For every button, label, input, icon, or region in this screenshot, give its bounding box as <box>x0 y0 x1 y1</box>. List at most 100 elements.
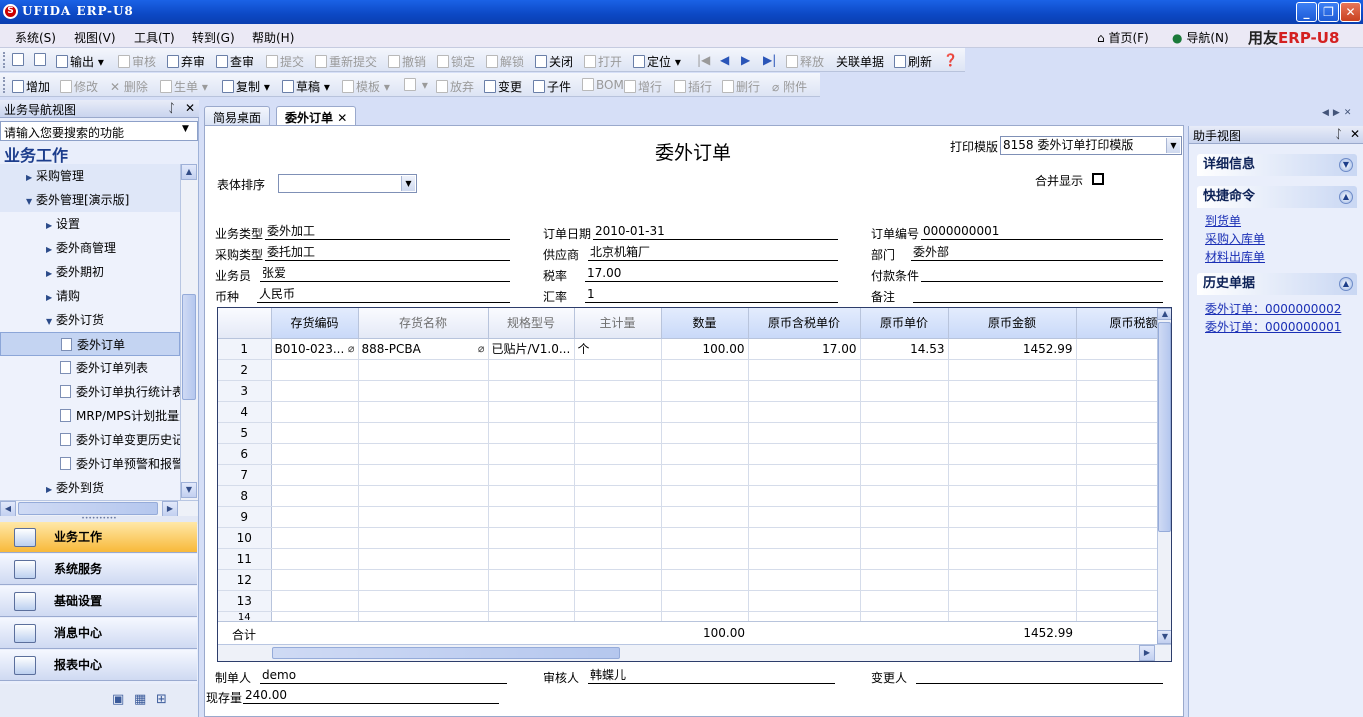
tree-node-change-history[interactable]: 委外订单变更历史记录 <box>0 428 180 452</box>
preview-button[interactable] <box>34 53 48 67</box>
menu-view[interactable]: 视图(V) <box>74 29 116 46</box>
generate-button[interactable]: 生单 ▾ <box>160 78 208 95</box>
menu-tools[interactable]: 工具(T) <box>134 29 175 46</box>
table-row[interactable]: 11 <box>218 548 1159 570</box>
print-template-select[interactable]: 8158 委外订单打印模版 ▼ <box>1000 136 1182 155</box>
merge-checkbox[interactable] <box>1092 173 1104 185</box>
scroll-up-icon[interactable]: ▲ <box>1157 308 1171 320</box>
collapse-icon[interactable]: ▲ <box>1339 277 1353 291</box>
print-button[interactable] <box>12 53 26 67</box>
scroll-right-icon[interactable]: ▶ <box>1139 645 1155 661</box>
abandon-button[interactable]: 放弃 <box>436 78 474 95</box>
locate-button[interactable]: 定位 ▾ <box>633 53 681 70</box>
close-tab-icon[interactable]: ✕ <box>337 111 347 125</box>
tree-node-vendor-mgmt[interactable]: ▶ 委外商管理 <box>0 236 180 260</box>
tree-node-exec-stats[interactable]: 委外订单执行统计表 <box>0 380 180 404</box>
section-quick-commands[interactable]: 快捷命令 ▲ <box>1197 186 1357 208</box>
revoke-button[interactable]: 撤销 <box>388 53 426 70</box>
prev-record-button[interactable]: ◀ <box>720 53 729 67</box>
sort-select[interactable]: ▼ <box>278 174 417 193</box>
scroll-thumb[interactable] <box>272 647 620 659</box>
check-audit-button[interactable]: 查审 <box>216 53 254 70</box>
tree-node-purchase[interactable]: ▶ 采购管理 <box>0 164 180 188</box>
grid-horizontal-scrollbar[interactable]: ▶ <box>218 644 1171 661</box>
link-history-doc[interactable]: 委外订单：0000000001 <box>1205 318 1341 335</box>
cell-qty[interactable]: 100.00 <box>661 338 749 360</box>
tree-node-order[interactable]: 委外订单 <box>0 332 180 356</box>
table-row[interactable]: 6 <box>218 443 1159 465</box>
tab-simple-desktop[interactable]: 简易桌面 <box>204 106 271 126</box>
tree-node-mrp-batch[interactable]: MRP/MPS计划批量生单 <box>0 404 180 428</box>
chevron-down-icon[interactable]: ▼ <box>1166 138 1180 153</box>
table-row[interactable]: 10 <box>218 527 1159 549</box>
cell-unit[interactable]: 个 <box>574 338 662 360</box>
close-window-button[interactable]: ✕ <box>1340 2 1361 22</box>
unaudit-button[interactable]: 弃审 <box>167 53 205 70</box>
change-button[interactable]: 变更 <box>484 78 522 95</box>
add-button[interactable]: 增加 <box>12 78 50 95</box>
section-message-center[interactable]: 消息中心 <box>0 618 197 649</box>
attachment-button[interactable]: ⌀ 附件 <box>772 78 807 95</box>
menu-goto[interactable]: 转到(G) <box>192 29 235 46</box>
remark-field[interactable] <box>913 287 1163 303</box>
template-button[interactable]: 模板 ▾ <box>342 78 390 95</box>
scroll-thumb[interactable] <box>18 502 158 515</box>
table-row[interactable]: 7 <box>218 464 1159 486</box>
col-header[interactable]: 原币金额 <box>948 308 1077 339</box>
order-date-field[interactable]: 2010-01-31 <box>593 224 838 240</box>
copy-button[interactable]: 复制 ▾ <box>222 78 270 95</box>
minimize-button[interactable]: _ <box>1296 2 1317 22</box>
resubmit-button[interactable]: 重新提交 <box>315 53 377 70</box>
biz-type-field[interactable]: 委外加工 <box>265 224 510 240</box>
col-header[interactable]: 存货名称 <box>358 308 489 339</box>
grid-vertical-scrollbar[interactable]: ▲ ▼ <box>1157 308 1171 644</box>
shortcut-icon[interactable]: ▣ <box>112 692 124 707</box>
export-button[interactable]: 输出 ▾ <box>56 53 104 70</box>
paperclip-icon[interactable]: ⌀ <box>478 342 485 355</box>
section-detail-info[interactable]: 详细信息 ▼ <box>1197 154 1357 176</box>
scroll-left-icon[interactable]: ◀ <box>0 501 16 517</box>
delete-button[interactable]: ✕ 删除 <box>110 78 148 95</box>
tree-node-order-list[interactable]: 委外订单列表 <box>0 356 180 380</box>
table-row[interactable]: 3 <box>218 380 1159 402</box>
table-row[interactable]: 4 <box>218 401 1159 423</box>
tree-node-opening[interactable]: ▶ 委外期初 <box>0 260 180 284</box>
menu-help[interactable]: 帮助(H) <box>252 29 294 46</box>
purchase-type-field[interactable]: 委托加工 <box>265 245 510 261</box>
close-order-button[interactable]: 关闭 <box>535 53 573 70</box>
payment-field[interactable] <box>921 266 1163 282</box>
lock-button[interactable]: 锁定 <box>437 53 475 70</box>
release-button[interactable]: 释放 <box>786 53 824 70</box>
section-system-service[interactable]: 系统服务 <box>0 554 197 585</box>
clerk-field[interactable]: 张爱 <box>260 266 510 282</box>
scroll-thumb[interactable] <box>182 294 196 400</box>
open-order-button[interactable]: 打开 <box>584 53 622 70</box>
section-report-center[interactable]: 报表中心 <box>0 650 197 681</box>
help-button[interactable]: ❓ <box>943 53 958 67</box>
table-row[interactable]: 12 <box>218 569 1159 591</box>
pin-icon[interactable]: ᛇ <box>1335 127 1342 141</box>
table-row[interactable]: 5 <box>218 422 1159 444</box>
supplier-field[interactable]: 北京机箱厂 <box>588 245 838 261</box>
tree-node-requisition[interactable]: ▶ 请购 <box>0 284 180 308</box>
function-search-input[interactable]: 请输入您要搜索的功能 <box>0 121 198 141</box>
expand-icon[interactable]: ▼ <box>1339 158 1353 172</box>
cell-amount[interactable]: 1452.99 <box>948 338 1077 360</box>
collapse-icon[interactable]: ▲ <box>1339 190 1353 204</box>
pin-icon[interactable]: ᛇ <box>168 101 175 115</box>
grid-icon[interactable]: ▦ <box>134 692 146 707</box>
audit-button[interactable]: 审核 <box>118 53 156 70</box>
section-basic-settings[interactable]: 基础设置 <box>0 586 197 617</box>
section-history-docs[interactable]: 历史单据 ▲ <box>1197 273 1357 295</box>
scroll-right-icon[interactable]: ▶ <box>162 501 178 517</box>
col-header[interactable]: 数量 <box>661 308 749 339</box>
dept-field[interactable]: 委外部 <box>911 245 1163 261</box>
tree-node-ordering[interactable]: ▼ 委外订货 <box>0 308 180 332</box>
bom-button[interactable]: BOM <box>582 78 624 92</box>
related-docs-button[interactable]: 关联单据 <box>836 53 884 70</box>
chevron-down-icon[interactable]: ▼ <box>182 124 189 134</box>
tree-view-icon[interactable]: ⊞ <box>156 692 167 707</box>
tab-outsource-order[interactable]: 委外订单 ✕ <box>276 106 357 126</box>
restore-button[interactable]: ❐ <box>1318 2 1339 22</box>
tree-vertical-scrollbar[interactable]: ▲ ▼ <box>180 164 198 500</box>
